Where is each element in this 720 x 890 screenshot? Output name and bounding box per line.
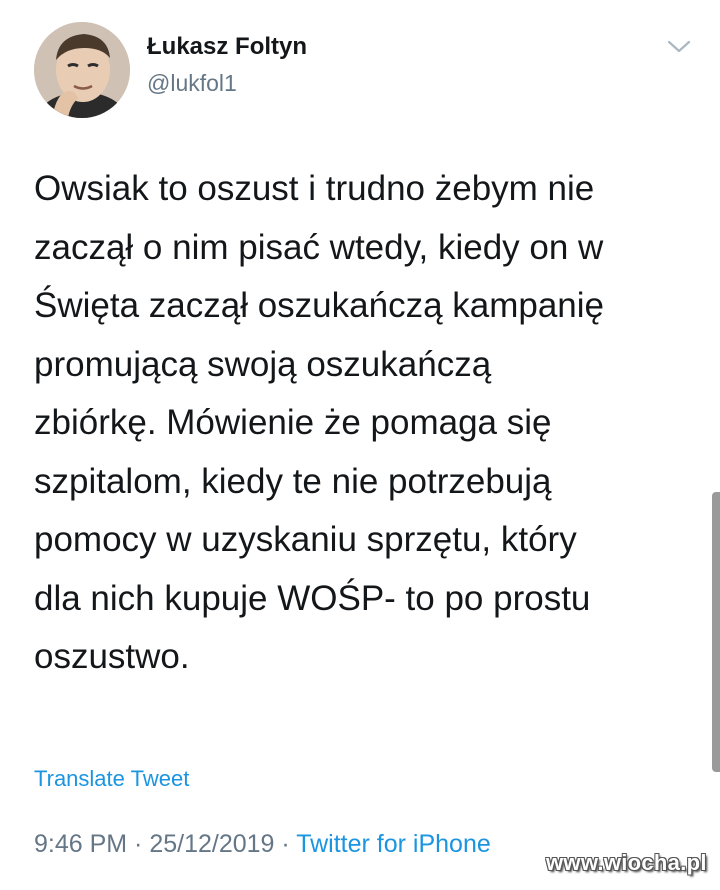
tweet-date[interactable]: 25/12/2019 [149,830,274,858]
author-name[interactable]: Łukasz Foltyn [147,33,307,61]
watermark: www.wiocha.pl [546,850,707,875]
tweet-time[interactable]: 9:46 PM [34,830,127,858]
tweet-text-line: promującą swoją oszukańczą [34,344,492,384]
tweet-source-link[interactable]: Twitter for iPhone [296,830,491,858]
tweet-text-line: Święta zaczął oszukańczą kampanię [34,286,605,325]
tweet-text-line: Owsiak to oszust i trudno żebym nie [34,169,595,208]
tweet-text-line: dla nich kupuje WOŚP- to po prostu [34,578,591,618]
scrollbar[interactable] [712,492,720,772]
tweet-card: Łukasz Foltyn @lukfol1 Owsiak to oszust … [0,0,720,890]
tweet-meta: 9:46 PM · 25/12/2019 · Twitter for iPhon… [34,830,491,859]
tweet-text-line: zaczął o nim pisać wtedy, kiedy on w [34,227,604,267]
meta-separator: · [274,830,297,858]
tweet-text-line: zbiórkę. Mówienie że pomaga się [34,403,552,442]
tweet-text: Owsiak to oszust i trudno żebym nie zacz… [34,160,694,687]
chevron-down-icon[interactable] [666,38,692,56]
profile-photo [34,22,130,118]
author-handle[interactable]: @lukfol1 [147,70,237,97]
tweet-text-line: pomocy w uzyskaniu sprzętu, który [34,520,577,559]
avatar[interactable] [34,22,130,118]
tweet-text-line: oszustwo. [34,637,190,676]
tweet-text-line: szpitalom, kiedy te nie potrzebują [34,461,552,501]
meta-separator: · [127,830,150,858]
translate-tweet-link[interactable]: Translate Tweet [34,766,189,792]
